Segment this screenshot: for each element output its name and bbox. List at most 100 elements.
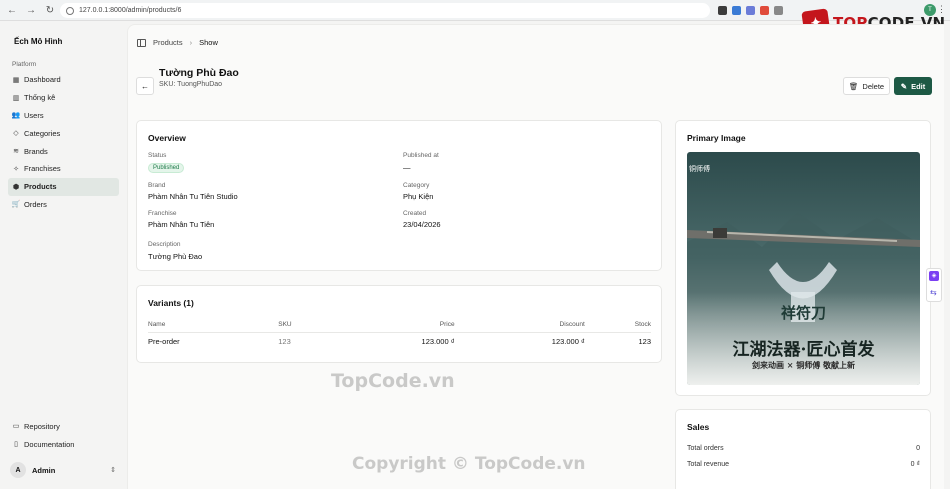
pencil-icon: ✎ — [900, 81, 908, 91]
main-content: Products › Show ← Tường Phù Đao SKU: Tuo… — [127, 24, 944, 489]
image-subtitle-cn: 剑来动画 × 铜师傅 敬献上新 — [751, 360, 856, 370]
status-badge: Published — [148, 163, 185, 173]
nav-section-label: Platform — [12, 61, 37, 68]
created-value: 23/04/2026 — [403, 220, 441, 229]
url-text: 127.0.0.1:8000/admin/products/6 — [79, 7, 182, 14]
table-row: Pre-order 123 123.000 ₫ 123.000 ₫ 123 — [148, 332, 651, 350]
site-info-icon[interactable] — [66, 6, 74, 15]
sidebar-item-products[interactable]: ⬢ Products — [8, 177, 119, 196]
variants-table: Name SKU Price Discount Stock Pre-order … — [148, 318, 651, 350]
variant-stock: 123 — [638, 336, 651, 346]
image-brand-logo: 铜师傅 — [689, 165, 710, 173]
sidebar-item-categories[interactable]: ◇ Categories — [8, 124, 119, 142]
reload-icon[interactable]: ↻ — [43, 3, 57, 17]
total-orders-row: Total orders 0 — [687, 445, 920, 452]
breadcrumb-current: Show — [199, 38, 218, 47]
page-title: Tường Phù Đao — [159, 67, 239, 79]
category-value: Phụ Kiện — [403, 192, 434, 201]
translate-icon[interactable]: ⇆ — [930, 288, 937, 297]
variant-discount: 123.000 ₫ — [551, 336, 585, 346]
sidebar-nav: ▦ Dashboard ▥ Thống kê 👥 Users ◇ Categories … — [8, 71, 119, 213]
breadcrumb-products[interactable]: Products — [153, 38, 183, 47]
sidebar-footer-nav: ▭ Repository ▯ Documentation — [8, 417, 119, 453]
image-headline-cn: 江湖法器·匠心首发 — [732, 340, 875, 360]
delete-button[interactable]: 🗑 Delete — [843, 77, 890, 95]
product-sku: SKU: TuongPhuDao — [159, 81, 223, 88]
sidebar-item-repository[interactable]: ▭ Repository — [8, 417, 119, 435]
description-label: Description — [148, 241, 181, 248]
chevron-up-down-icon: ⇕ — [110, 467, 116, 474]
trash-icon: 🗑 — [848, 81, 859, 91]
user-menu[interactable]: A Admin ⇕ — [10, 461, 116, 479]
back-arrow-icon[interactable]: ← — [5, 3, 19, 17]
arrow-left-icon: ← — [141, 81, 149, 91]
product-image[interactable]: 铜师傅 祥符刀 江湖法器·匠心首发 剑来动画 × 铜师傅 敬献上新 — [687, 152, 920, 385]
extension-icon[interactable] — [718, 5, 727, 15]
primary-image-title: Primary Image — [687, 133, 746, 143]
primary-image-card: Primary Image 铜师傅 祥符刀 江湖法器·匠心首发 剑来动画 × 铜… — [675, 120, 931, 396]
column-header-stock: Stock — [584, 318, 651, 333]
users-icon: 👥 — [11, 112, 21, 120]
sidebar-item-franchises[interactable]: ✧ Franchises — [8, 160, 119, 178]
user-name: Admin — [32, 465, 56, 475]
variants-title: Variants (1) — [148, 298, 194, 308]
sidebar-item-users[interactable]: 👥 Users — [8, 107, 119, 125]
sidebar-item-dashboard[interactable]: ▦ Dashboard — [8, 71, 119, 89]
folder-icon: ▭ — [12, 423, 20, 430]
overview-title: Overview — [148, 133, 186, 143]
layers-icon: ≋ — [13, 148, 19, 156]
column-header-price: Price — [368, 318, 455, 333]
chat-icon[interactable]: ◈ — [929, 271, 939, 281]
status-label: Status — [148, 152, 167, 159]
extension-icon[interactable] — [732, 5, 741, 15]
sidebar-toggle-icon[interactable] — [137, 38, 146, 47]
camera-icon[interactable] — [774, 5, 783, 15]
total-orders-value: 0 — [916, 445, 920, 452]
cart-icon: 🛒 — [11, 201, 21, 209]
column-header-name: Name — [148, 318, 279, 333]
extension-icon[interactable] — [760, 5, 769, 15]
shapes-icon: ◇ — [13, 130, 19, 138]
package-icon: ⬢ — [12, 183, 20, 191]
back-button[interactable]: ← — [136, 77, 154, 95]
chevron-right-icon: › — [189, 38, 193, 47]
category-label: Category — [403, 182, 430, 189]
extension-icon[interactable] — [746, 5, 755, 15]
sidebar-item-thong-ke[interactable]: ▥ Thống kê — [8, 89, 119, 107]
franchise-label: Franchise — [148, 210, 177, 217]
overview-card: Overview Status Published Published at —… — [136, 120, 662, 271]
sales-card: Sales Total orders 0 Total revenue 0 ₫ — [675, 409, 931, 489]
total-revenue-row: Total revenue 0 ₫ — [687, 461, 920, 468]
total-revenue-label: Total revenue — [687, 461, 730, 468]
franchise-value: Phàm Nhân Tu Tiên — [148, 220, 215, 229]
sidebar: Ếch Mô Hình Platform ▦ Dashboard ▥ Thống k… — [0, 21, 127, 489]
published-at-value: — — [403, 163, 411, 172]
brand-label: Brand — [148, 182, 166, 189]
edit-button[interactable]: ✎ Edit — [894, 77, 932, 95]
floating-extension-widget[interactable]: ◈ ⇆ — [926, 268, 942, 302]
book-icon: ▯ — [14, 441, 18, 448]
sidebar-item-brands[interactable]: ≋ Brands — [8, 142, 119, 160]
variant-price: 123.000 ₫ — [421, 336, 455, 346]
created-label: Created — [403, 210, 427, 217]
breadcrumb: Products › Show — [137, 38, 218, 47]
column-header-discount: Discount — [454, 318, 585, 333]
brand-value: Phàm Nhân Tu Tiên Studio — [148, 192, 238, 201]
sparkles-icon: ✧ — [13, 165, 19, 173]
bar-chart-icon: ▥ — [12, 94, 20, 102]
published-at-label: Published at — [403, 152, 439, 159]
app-brand[interactable]: Ếch Mô Hình — [14, 37, 62, 46]
total-orders-label: Total orders — [687, 445, 724, 452]
sales-title: Sales — [687, 422, 710, 432]
address-bar[interactable]: 127.0.0.1:8000/admin/products/6 — [60, 3, 710, 18]
variants-card: Variants (1) Name SKU Price Discount Sto… — [136, 285, 662, 363]
avatar: A — [10, 462, 26, 478]
variant-name: Pre-order — [148, 336, 180, 346]
variant-sku: 123 — [278, 336, 291, 346]
column-header-sku: SKU — [278, 318, 369, 333]
description-value: Tường Phù Đao — [148, 252, 203, 261]
sidebar-item-orders[interactable]: 🛒 Orders — [8, 196, 119, 214]
forward-arrow-icon[interactable]: → — [24, 3, 38, 17]
sidebar-item-documentation[interactable]: ▯ Documentation — [8, 435, 119, 453]
total-revenue-value: 0 ₫ — [910, 461, 920, 468]
